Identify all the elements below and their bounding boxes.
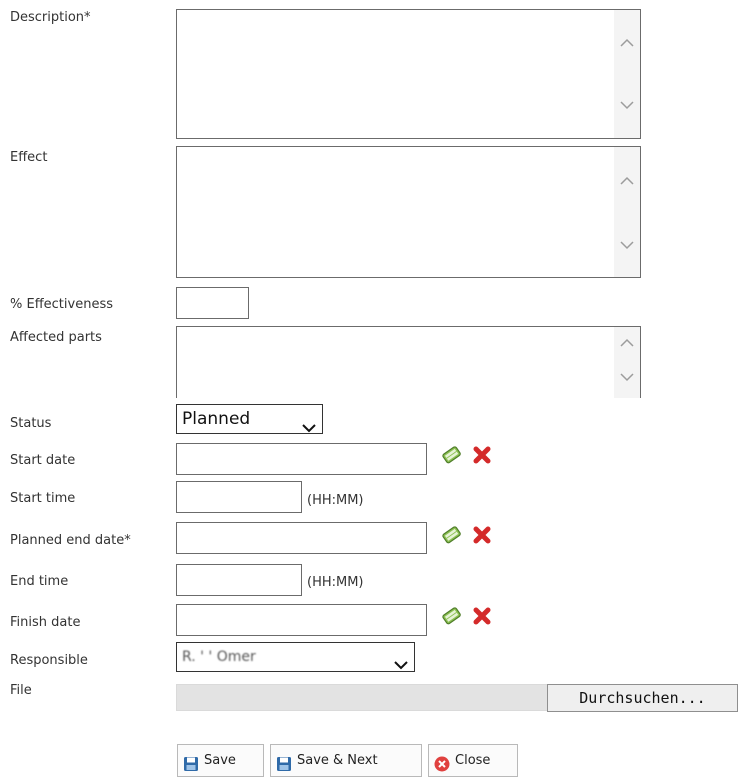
finish-date-input[interactable] bbox=[176, 604, 427, 636]
chevron-down-icon bbox=[394, 652, 408, 670]
responsible-select[interactable]: R. ' ' Omer bbox=[176, 642, 415, 672]
end-time-format-hint: (HH:MM) bbox=[307, 575, 364, 590]
save-and-next-button[interactable]: Save & Next bbox=[270, 744, 422, 777]
affected-parts-scrollbar[interactable] bbox=[614, 327, 640, 398]
start-time-format-hint: (HH:MM) bbox=[307, 493, 364, 508]
scroll-down-icon[interactable] bbox=[620, 240, 634, 250]
close-circle-icon bbox=[434, 753, 450, 772]
calendar-icon[interactable] bbox=[441, 605, 461, 625]
end-time-label: End time bbox=[10, 574, 69, 589]
start-date-label: Start date bbox=[10, 453, 76, 468]
status-selected-value: Planned bbox=[182, 409, 251, 429]
scroll-up-icon[interactable] bbox=[620, 176, 634, 186]
calendar-icon[interactable] bbox=[441, 524, 461, 544]
close-button-label: Close bbox=[455, 753, 491, 768]
affected-parts-textarea[interactable] bbox=[176, 326, 641, 398]
browse-button[interactable]: Durchsuchen... bbox=[547, 684, 738, 712]
finish-date-label: Finish date bbox=[10, 615, 81, 630]
effectiveness-label: % Effectiveness bbox=[10, 297, 113, 312]
description-scrollbar[interactable] bbox=[614, 10, 640, 138]
clear-date-icon[interactable] bbox=[472, 445, 492, 465]
description-label: Description* bbox=[10, 10, 91, 25]
close-button[interactable]: Close bbox=[428, 744, 518, 777]
calendar-icon[interactable] bbox=[441, 444, 461, 464]
scroll-up-icon[interactable] bbox=[620, 338, 634, 348]
scroll-down-icon[interactable] bbox=[620, 100, 634, 110]
responsible-selected-value: R. ' ' Omer bbox=[182, 649, 256, 665]
effect-label: Effect bbox=[10, 150, 48, 165]
save-button[interactable]: Save bbox=[177, 744, 264, 777]
scroll-down-icon[interactable] bbox=[620, 372, 634, 382]
planned-end-date-input[interactable] bbox=[176, 522, 427, 554]
end-time-input[interactable] bbox=[176, 564, 302, 596]
floppy-disk-icon bbox=[183, 753, 199, 771]
scroll-up-icon[interactable] bbox=[620, 38, 634, 48]
clear-date-icon[interactable] bbox=[472, 606, 492, 626]
responsible-label: Responsible bbox=[10, 653, 88, 668]
save-and-next-button-label: Save & Next bbox=[297, 753, 378, 768]
effect-textarea[interactable] bbox=[176, 146, 641, 278]
file-path-field[interactable] bbox=[176, 684, 548, 711]
status-select[interactable]: Planned bbox=[176, 404, 323, 434]
start-date-input[interactable] bbox=[176, 443, 427, 475]
chevron-down-icon bbox=[302, 414, 316, 433]
start-time-label: Start time bbox=[10, 491, 76, 506]
clear-date-icon[interactable] bbox=[472, 525, 492, 545]
start-time-input[interactable] bbox=[176, 481, 302, 513]
save-button-label: Save bbox=[204, 753, 236, 768]
effectiveness-input[interactable] bbox=[176, 287, 249, 319]
floppy-disk-icon bbox=[276, 753, 292, 771]
effect-scrollbar[interactable] bbox=[614, 147, 640, 277]
affected-parts-label: Affected parts bbox=[10, 330, 102, 345]
description-textarea[interactable] bbox=[176, 9, 641, 139]
planned-end-date-label: Planned end date* bbox=[10, 533, 131, 548]
status-label: Status bbox=[10, 416, 52, 431]
file-label: File bbox=[10, 683, 32, 698]
